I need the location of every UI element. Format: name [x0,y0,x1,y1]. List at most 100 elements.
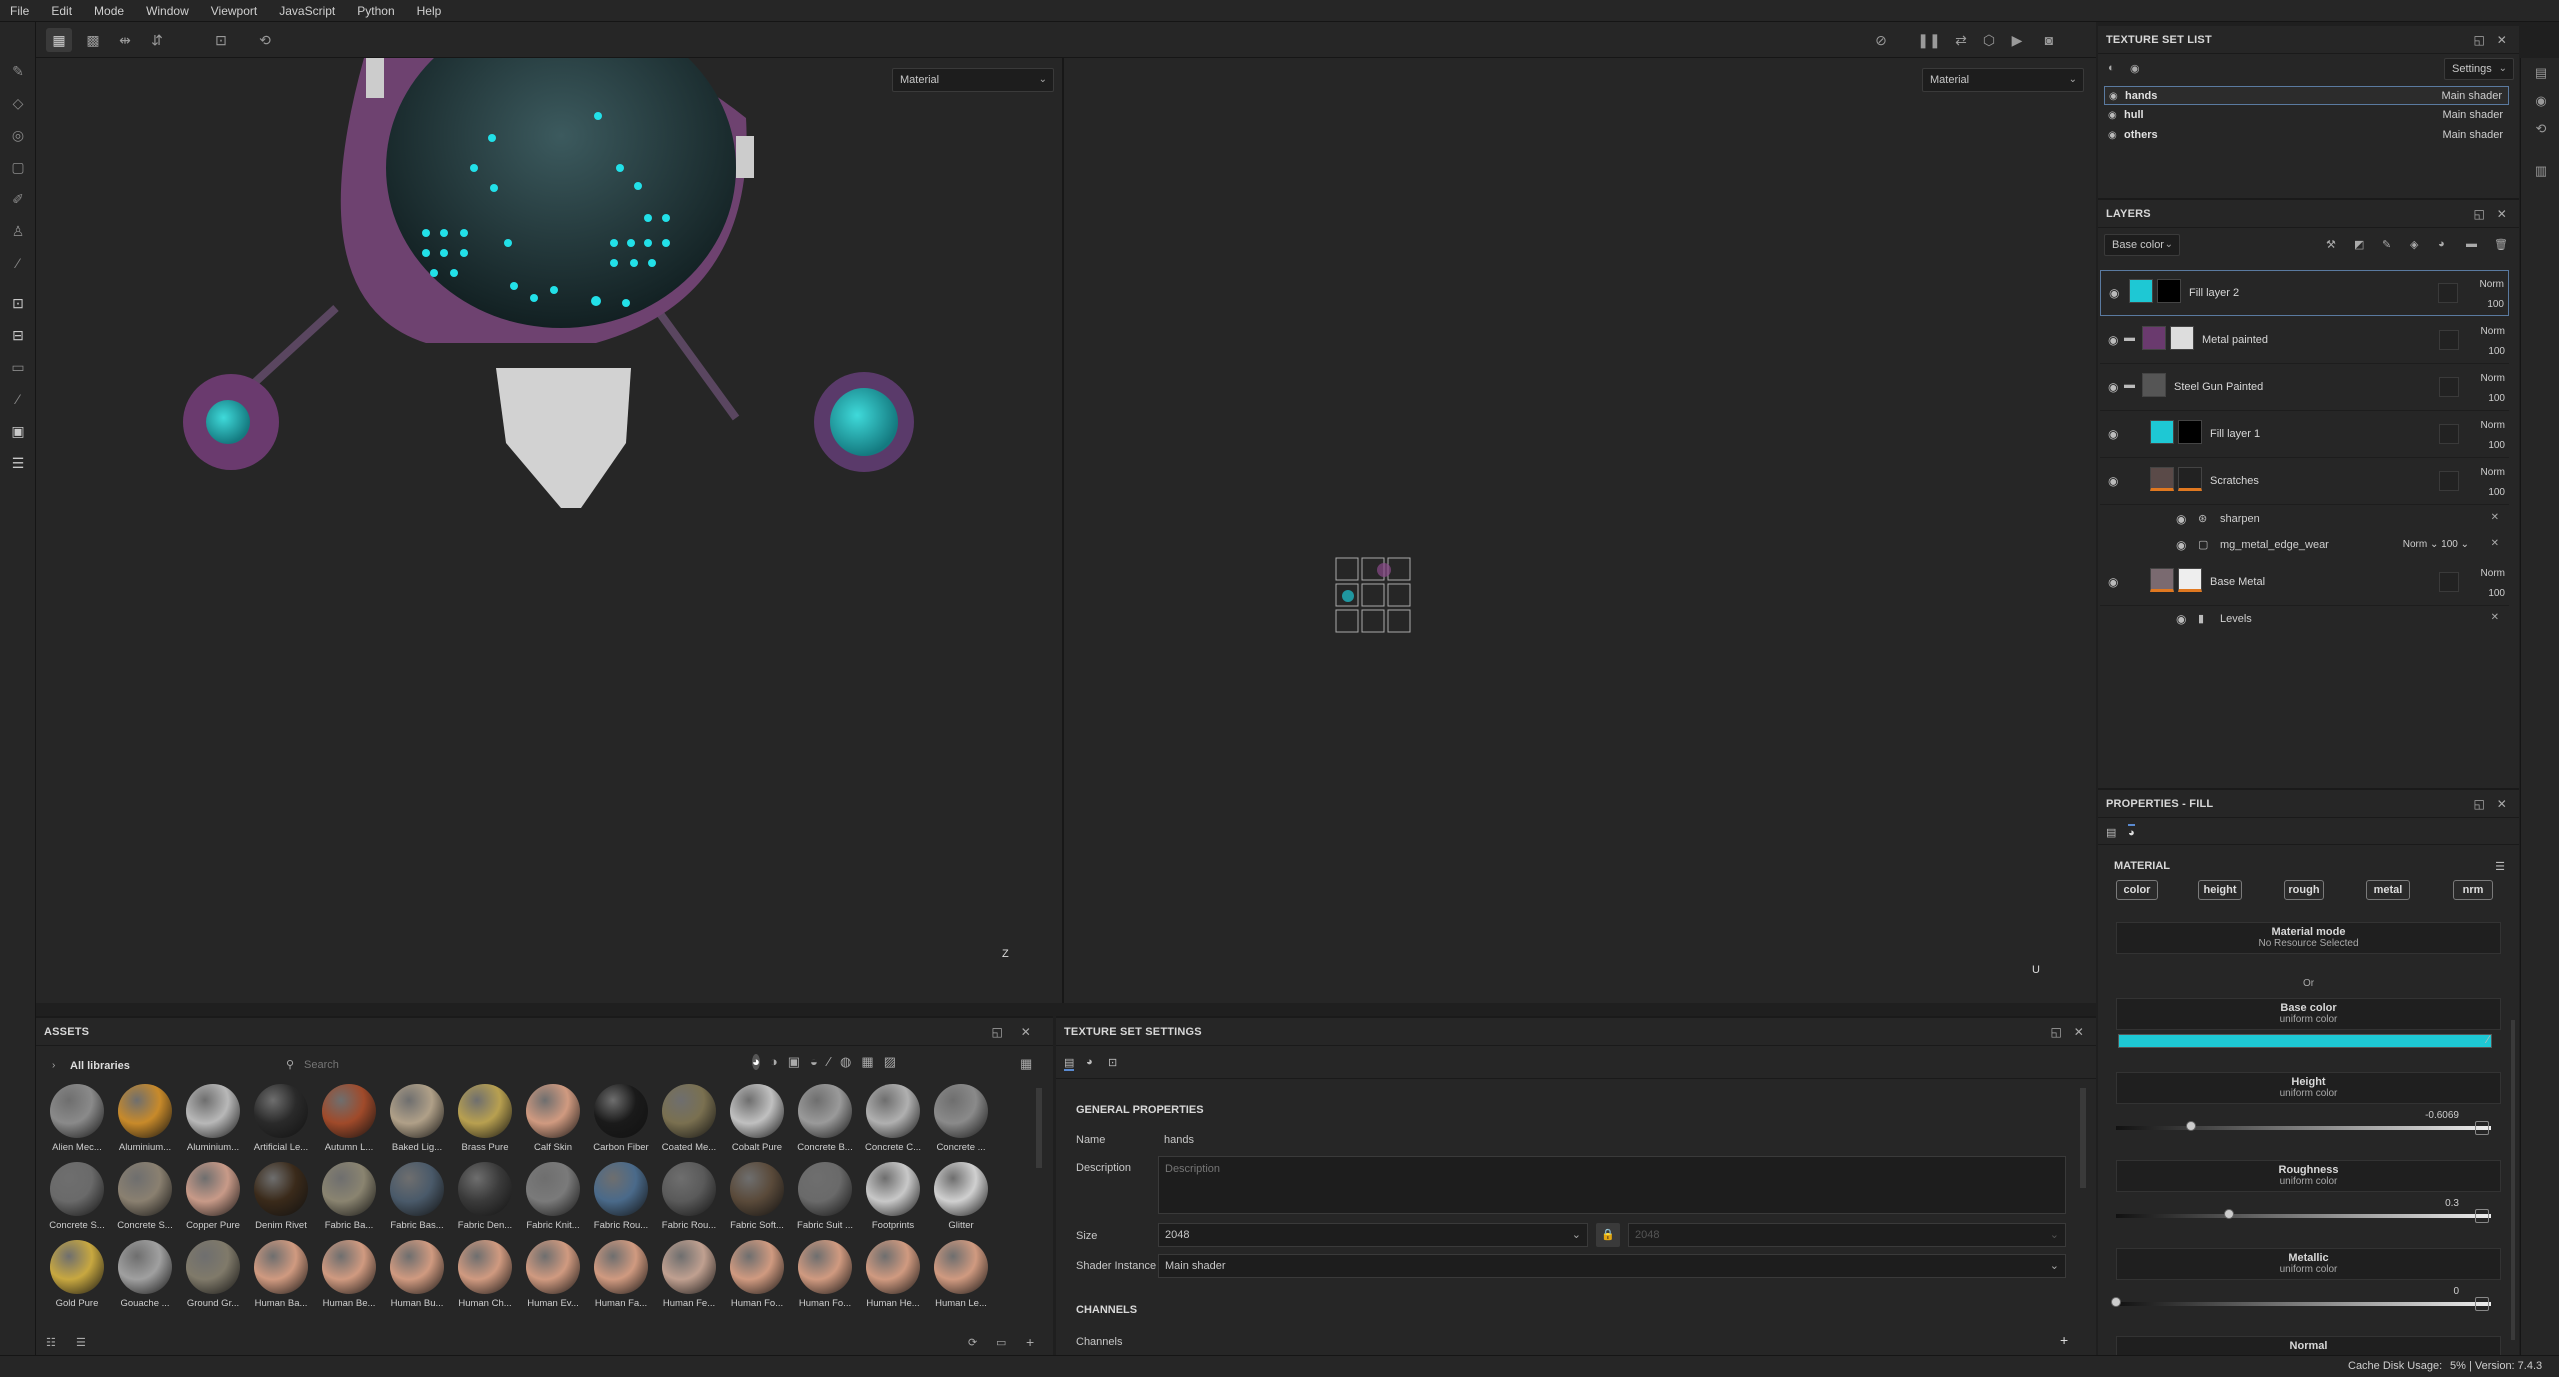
close-icon[interactable]: ✕ [2497,26,2507,54]
filter-particles-icon[interactable]: ◍ [840,1054,851,1070]
paint-brush-icon[interactable]: ✎ [9,62,27,80]
pause-icon[interactable]: ❚❚ [1916,28,1942,52]
smudge-icon[interactable]: ✐ [9,190,27,208]
shader-settings-icon[interactable]: ▥ [2532,162,2550,180]
chip-metal[interactable]: metal [2366,880,2410,900]
camera-icon[interactable]: ▶ [2004,28,2030,52]
asset-thumbnail[interactable] [594,1084,648,1138]
undock-icon[interactable]: ◱ [2473,790,2485,818]
close-icon[interactable]: ✕ [2497,790,2507,818]
material-mode-box[interactable]: Material mode No Resource Selected [2116,922,2501,954]
filter-environments-icon[interactable]: ▨ [884,1054,896,1070]
layer-blend[interactable]: Norm 100 [2481,322,2505,362]
viewport-3d[interactable]: Material ⌄ Z [36,58,1062,1003]
window-icon[interactable]: ▭ [996,1336,1006,1349]
parameter-icon[interactable] [2475,1209,2489,1223]
eyedropper-icon[interactable]: ⁄ [2487,1034,2489,1046]
menu-edit[interactable]: Edit [51,4,72,18]
asset-thumbnail[interactable] [322,1084,376,1138]
add-icon[interactable]: + [1026,1334,1034,1350]
size-dropdown-2[interactable]: 2048 ⌄ [1628,1223,2066,1247]
hide-icon[interactable]: ⊘ [1868,28,1894,52]
asset-thumbnail[interactable] [322,1162,376,1216]
viewport-2d[interactable]: Material ⌄ U [1064,58,2096,1003]
parameter-icon[interactable] [2475,1297,2489,1311]
settings-tab-icon[interactable]: ▤ [1064,1056,1075,1071]
chevron-right-icon[interactable]: › [52,1060,55,1071]
asset-thumbnail[interactable] [118,1240,172,1294]
close-icon[interactable]: ✕ [2491,612,2499,623]
filter-brushes-icon[interactable]: ⁄ [828,1054,830,1070]
eye-icon[interactable]: ◉ [2109,87,2118,106]
screenshot-icon[interactable]: ◙ [2036,28,2062,52]
mirror-horizontal-icon[interactable]: ⇹ [112,28,138,52]
refresh-icon[interactable]: ⟳ [968,1336,977,1349]
geometry-mask-icon[interactable]: ▢ [9,158,27,176]
asset-thumbnail[interactable] [526,1084,580,1138]
add-channel-icon[interactable]: + [2060,1332,2068,1348]
smart-material-icon[interactable]: ◕ [2438,238,2445,250]
add-effect-icon[interactable]: ⚒ [2326,238,2336,251]
effect-row[interactable]: ◉ ▢ mg_metal_edge_wear Norm ⌄ 100 ⌄ ✕ [2100,532,2509,558]
roughness-value[interactable]: 0.3 [2445,1198,2459,1209]
viewport-right-mode-dropdown[interactable]: Material ⌄ [1922,68,2084,92]
library-selector[interactable]: All libraries [70,1060,130,1072]
grid-2x2-icon[interactable]: ▦ [46,28,72,52]
layer-blend[interactable]: Norm 100 [2481,369,2505,409]
chip-nrm[interactable]: nrm [2453,880,2493,900]
asset-thumbnail[interactable] [934,1240,988,1294]
symmetry-icon[interactable]: ⇄ [1948,28,1974,52]
display-mode-icon[interactable]: ⬡ [1976,28,2002,52]
size-dropdown[interactable]: 2048 ⌄ [1158,1223,1588,1247]
menu-window[interactable]: Window [146,4,189,18]
layer-mask-slot[interactable] [2439,572,2459,592]
chip-height[interactable]: height [2198,880,2242,900]
history-icon[interactable]: ⟲ [2532,120,2550,138]
menu-viewport[interactable]: Viewport [211,4,257,18]
menu-file[interactable]: File [10,4,29,18]
light-icon[interactable]: ☰ [9,454,27,472]
layer-blend[interactable]: Norm 100 [2481,416,2505,456]
layer-row[interactable]: ◉ Base Metal Norm 100 [2100,560,2509,606]
eye-icon[interactable]: ◉ [2108,575,2118,589]
metallic-slider[interactable] [2111,1297,2491,1307]
layer-blend[interactable]: Norm 100 [2481,463,2505,503]
eraser-icon[interactable]: ◇ [9,94,27,112]
layer-row[interactable]: ◉ ▬ Steel Gun Painted Norm 100 [2100,365,2509,411]
asset-thumbnail[interactable] [934,1084,988,1138]
height-slider[interactable] [2116,1121,2491,1131]
frame-icon[interactable]: ⊡ [208,28,234,52]
settings-dropdown[interactable]: Settings ⌄ [2444,58,2514,80]
history-icon[interactable]: ⟲ [252,28,278,52]
visibility-icon[interactable]: ◐ [2108,62,2115,74]
close-icon[interactable]: ✕ [2491,512,2499,523]
search-input[interactable] [304,1054,744,1076]
asset-thumbnail[interactable] [118,1084,172,1138]
roughness-slider[interactable] [2116,1209,2491,1219]
layer-row[interactable]: ◉ ▬ Metal painted Norm 100 [2100,318,2509,364]
eye-icon[interactable]: ◉ [2108,474,2118,488]
clone-stamp-icon[interactable]: ♙ [9,222,27,240]
layer-row[interactable]: ◉ Fill layer 2 Norm 100 [2100,270,2509,316]
texture-set-row[interactable]: ◉ hull Main shader [2104,106,2509,125]
uv-tab-icon[interactable]: ⊡ [1108,1056,1117,1069]
eye-icon[interactable]: ◉ [2108,380,2118,394]
annotation-icon[interactable]: ▭ [9,358,27,376]
filter-materials-icon[interactable]: ◕ [752,1054,760,1070]
asset-thumbnail[interactable] [662,1240,716,1294]
layer-mask-slot[interactable] [2439,471,2459,491]
menu-python[interactable]: Python [357,4,394,18]
asset-thumbnail[interactable] [118,1162,172,1216]
eye-icon[interactable]: ◉ [2176,512,2186,526]
asset-thumbnail[interactable] [390,1240,444,1294]
effect-blend[interactable]: Norm ⌄ 100 ⌄ [2403,539,2469,550]
filter-generators-icon[interactable]: ◒ [810,1054,818,1070]
grid-view-icon[interactable]: ▦ [1020,1056,1032,1072]
asset-thumbnail[interactable] [866,1162,920,1216]
asset-thumbnail[interactable] [186,1162,240,1216]
asset-thumbnail[interactable] [594,1240,648,1294]
add-mask-icon[interactable]: ◩ [2354,238,2364,251]
eye-icon[interactable]: ◉ [2108,126,2117,145]
polygon-fill-icon[interactable]: ⊡ [9,294,27,312]
viewport-left-mode-dropdown[interactable]: Material ⌄ [892,68,1054,92]
